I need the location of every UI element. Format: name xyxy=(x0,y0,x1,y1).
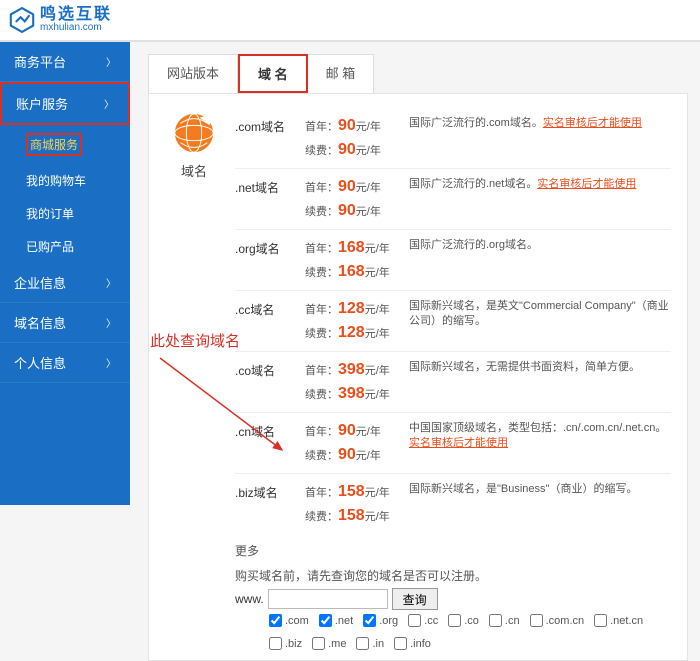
domain-price: 首年：158元/年续费：158元/年 xyxy=(305,480,401,528)
sidebar-item[interactable]: 企业信息〉 xyxy=(0,263,130,303)
chevron-right-icon: 〉 xyxy=(106,275,116,290)
tab[interactable]: 邮 箱 xyxy=(308,54,375,93)
sidebar-item[interactable]: 域名信息〉 xyxy=(0,303,130,343)
domain-desc: 国际新兴域名，是英文"Commercial Company"（商业公司）的缩写。 xyxy=(409,297,671,330)
domain-ext: .com域名 xyxy=(235,114,297,135)
tab[interactable]: 域 名 xyxy=(238,54,308,93)
domain-query-input[interactable] xyxy=(268,589,388,609)
domain-price: 首年：398元/年续费：398元/年 xyxy=(305,358,401,406)
domain-row: .cn域名首年：90元/年续费：90元/年中国国家顶级域名，类型包括：.cn/.… xyxy=(235,413,671,474)
domain-ext: .cc域名 xyxy=(235,297,297,318)
tabs: 网站版本域 名邮 箱 xyxy=(148,54,688,93)
tld-checkbox[interactable]: .co xyxy=(448,614,479,627)
tld-checkbox[interactable]: .cn xyxy=(489,614,520,627)
header: 鸣选互联 mxhulian.com xyxy=(0,0,700,42)
tld-checkbox[interactable]: .net.cn xyxy=(594,614,643,627)
sidebar-subitem[interactable]: 商城服务 xyxy=(0,125,130,164)
domain-desc: 国际广泛流行的.com域名。实名审核后才能使用 xyxy=(409,114,671,131)
tld-checkbox[interactable]: .info xyxy=(394,637,431,650)
tld-checkbox[interactable]: .in xyxy=(356,637,384,650)
brand-name-cn: 鸣选互联 xyxy=(40,7,112,23)
domain-ext: .biz域名 xyxy=(235,480,297,501)
tld-checkbox[interactable]: .me xyxy=(312,637,346,650)
chevron-right-icon: 〉 xyxy=(104,96,114,111)
domain-desc: 中国国家顶级域名，类型包括：.cn/.com.cn/.net.cn。实名审核后才… xyxy=(409,419,671,452)
tld-checkbox[interactable]: .com xyxy=(269,614,309,627)
domain-price: 首年：90元/年续费：90元/年 xyxy=(305,419,401,467)
query-button[interactable]: 查询 xyxy=(392,588,438,610)
tld-checkbox[interactable]: .org xyxy=(363,614,398,627)
domain-price: 首年：90元/年续费：90元/年 xyxy=(305,114,401,162)
domain-desc: 国际新兴域名，无需提供书面资料，简单方便。 xyxy=(409,358,671,375)
domain-row: .co域名首年：398元/年续费：398元/年国际新兴域名，无需提供书面资料，简… xyxy=(235,352,671,413)
sidebar-subitem[interactable]: 已购产品 xyxy=(0,230,130,263)
main-content: 网站版本域 名邮 箱 域名 .com域名首年：90元/年续费：90元/年国际广泛… xyxy=(130,42,700,505)
domain-ext: .cn域名 xyxy=(235,419,297,440)
brand-name-en: mxhulian.com xyxy=(40,23,112,33)
domain-row: .com域名首年：90元/年续费：90元/年国际广泛流行的.com域名。实名审核… xyxy=(235,108,671,169)
domain-query: 购买域名前，请先查询您的域名是否可以注册。 www. 查询 .com .net … xyxy=(235,567,671,650)
domain-panel: 域名 .com域名首年：90元/年续费：90元/年国际广泛流行的.com域名。实… xyxy=(148,93,688,661)
sidebar-item[interactable]: 个人信息〉 xyxy=(0,343,130,383)
verify-link[interactable]: 实名审核后才能使用 xyxy=(537,178,636,190)
tld-checkbox[interactable]: .net xyxy=(319,614,353,627)
tld-checkbox[interactable]: .com.cn xyxy=(530,614,585,627)
domain-row: .biz域名首年：158元/年续费：158元/年国际新兴域名，是"Busines… xyxy=(235,474,671,534)
verify-link[interactable]: 实名审核后才能使用 xyxy=(543,117,642,129)
domain-row: .org域名首年：168元/年续费：168元/年国际广泛流行的.org域名。 xyxy=(235,230,671,291)
brand-logo[interactable]: 鸣选互联 mxhulian.com xyxy=(8,6,112,34)
domain-ext: .org域名 xyxy=(235,236,297,257)
logo-icon xyxy=(8,6,36,34)
domain-globe-icon: 域名 xyxy=(165,110,223,180)
domain-ext: .net域名 xyxy=(235,175,297,196)
domain-price: 首年：90元/年续费：90元/年 xyxy=(305,175,401,223)
verify-link[interactable]: 实名审核后才能使用 xyxy=(409,437,508,449)
chevron-right-icon: 〉 xyxy=(106,54,116,69)
tld-checkbox[interactable]: .cc xyxy=(408,614,438,627)
tab[interactable]: 网站版本 xyxy=(148,54,238,93)
tld-checkbox[interactable]: .biz xyxy=(269,637,302,650)
sidebar-item[interactable]: 商务平台〉 xyxy=(0,42,130,82)
more-link[interactable]: 更多 xyxy=(235,534,671,567)
domain-price: 首年：168元/年续费：168元/年 xyxy=(305,236,401,284)
domain-price: 首年：128元/年续费：128元/年 xyxy=(305,297,401,345)
domain-ext: .co域名 xyxy=(235,358,297,379)
domain-desc: 国际新兴域名，是"Business"（商业）的缩写。 xyxy=(409,480,671,497)
sidebar-item[interactable]: 账户服务〉 xyxy=(0,82,130,125)
domain-desc: 国际广泛流行的.net域名。实名审核后才能使用 xyxy=(409,175,671,192)
domain-row: .net域名首年：90元/年续费：90元/年国际广泛流行的.net域名。实名审核… xyxy=(235,169,671,230)
sidebar: 商务平台〉账户服务〉商城服务我的购物车我的订单已购产品企业信息〉域名信息〉个人信… xyxy=(0,42,130,505)
chevron-right-icon: 〉 xyxy=(106,315,116,330)
chevron-right-icon: 〉 xyxy=(106,355,116,370)
domain-desc: 国际广泛流行的.org域名。 xyxy=(409,236,671,253)
domain-row: .cc域名首年：128元/年续费：128元/年国际新兴域名，是英文"Commer… xyxy=(235,291,671,352)
sidebar-subitem[interactable]: 我的购物车 xyxy=(0,164,130,197)
query-tip: 购买域名前，请先查询您的域名是否可以注册。 xyxy=(235,567,671,584)
sidebar-subitem[interactable]: 我的订单 xyxy=(0,197,130,230)
query-prefix: www. xyxy=(235,592,264,606)
